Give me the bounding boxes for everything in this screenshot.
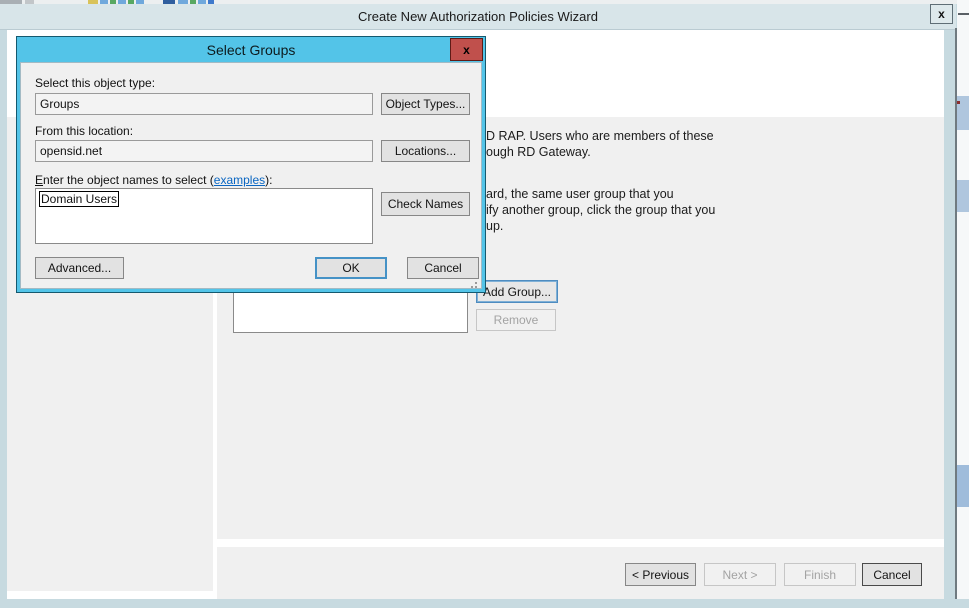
screen: Create New Authorization Policies Wizard… [0, 0, 969, 608]
instruction-line: D RAP. Users who are members of these [486, 128, 714, 144]
dialog-cancel-button[interactable]: Cancel [407, 257, 479, 279]
names-label: Enter the object names to select (exampl… [35, 173, 272, 187]
group-list-box[interactable] [233, 289, 468, 333]
instruction-line: up. [486, 218, 715, 234]
names-label-rest: nter the object names to select ( [43, 173, 214, 187]
next-button[interactable]: Next > [704, 563, 776, 586]
wizard-close-button[interactable]: x [930, 4, 953, 24]
finish-button[interactable]: Finish [784, 563, 856, 586]
location-field[interactable]: opensid.net [35, 140, 373, 162]
instruction-line: ough RD Gateway. [486, 144, 714, 160]
dialog-close-button[interactable]: x [450, 38, 483, 61]
names-value: Domain Users [39, 191, 119, 207]
select-groups-dialog: Select Groups x Select this object type:… [16, 36, 486, 293]
remove-button[interactable]: Remove [476, 309, 556, 331]
advanced-button[interactable]: Advanced... [35, 257, 124, 279]
object-types-button[interactable]: Object Types... [381, 93, 470, 115]
add-group-button[interactable]: Add Group... [476, 280, 558, 303]
cancel-button[interactable]: Cancel [862, 563, 922, 586]
instruction-line: ard, the same user group that you [486, 186, 715, 202]
left-pane-bottom-band [7, 591, 213, 599]
object-type-label: Select this object type: [35, 76, 155, 90]
background-window-sliver [957, 0, 969, 599]
ok-button[interactable]: OK [315, 257, 387, 279]
dialog-title: Select Groups [17, 42, 485, 58]
names-label-suffix: ): [265, 173, 272, 187]
instruction-text-mid: ard, the same user group that you ify an… [486, 186, 715, 234]
previous-button[interactable]: < Previous [625, 563, 696, 586]
dialog-titlebar[interactable]: Select Groups [17, 37, 485, 62]
wizard-title: Create New Authorization Policies Wizard [0, 9, 956, 24]
location-label: From this location: [35, 124, 133, 138]
check-names-button[interactable]: Check Names [381, 192, 470, 216]
dialog-body: Select this object type: Groups Object T… [20, 62, 482, 289]
close-icon: x [463, 43, 470, 57]
footer-separator [217, 539, 944, 547]
resize-grip-icon[interactable] [475, 282, 477, 284]
instruction-text-top: D RAP. Users who are members of these ou… [486, 128, 714, 160]
close-icon: x [938, 7, 945, 21]
names-textarea[interactable]: Domain Users [35, 188, 373, 244]
instruction-line: ify another group, click the group that … [486, 202, 715, 218]
names-label-accel: E [35, 173, 43, 187]
wizard-titlebar[interactable]: Create New Authorization Policies Wizard [0, 4, 956, 30]
locations-button[interactable]: Locations... [381, 140, 470, 162]
examples-link[interactable]: examples [214, 173, 265, 187]
object-type-field[interactable]: Groups [35, 93, 373, 115]
